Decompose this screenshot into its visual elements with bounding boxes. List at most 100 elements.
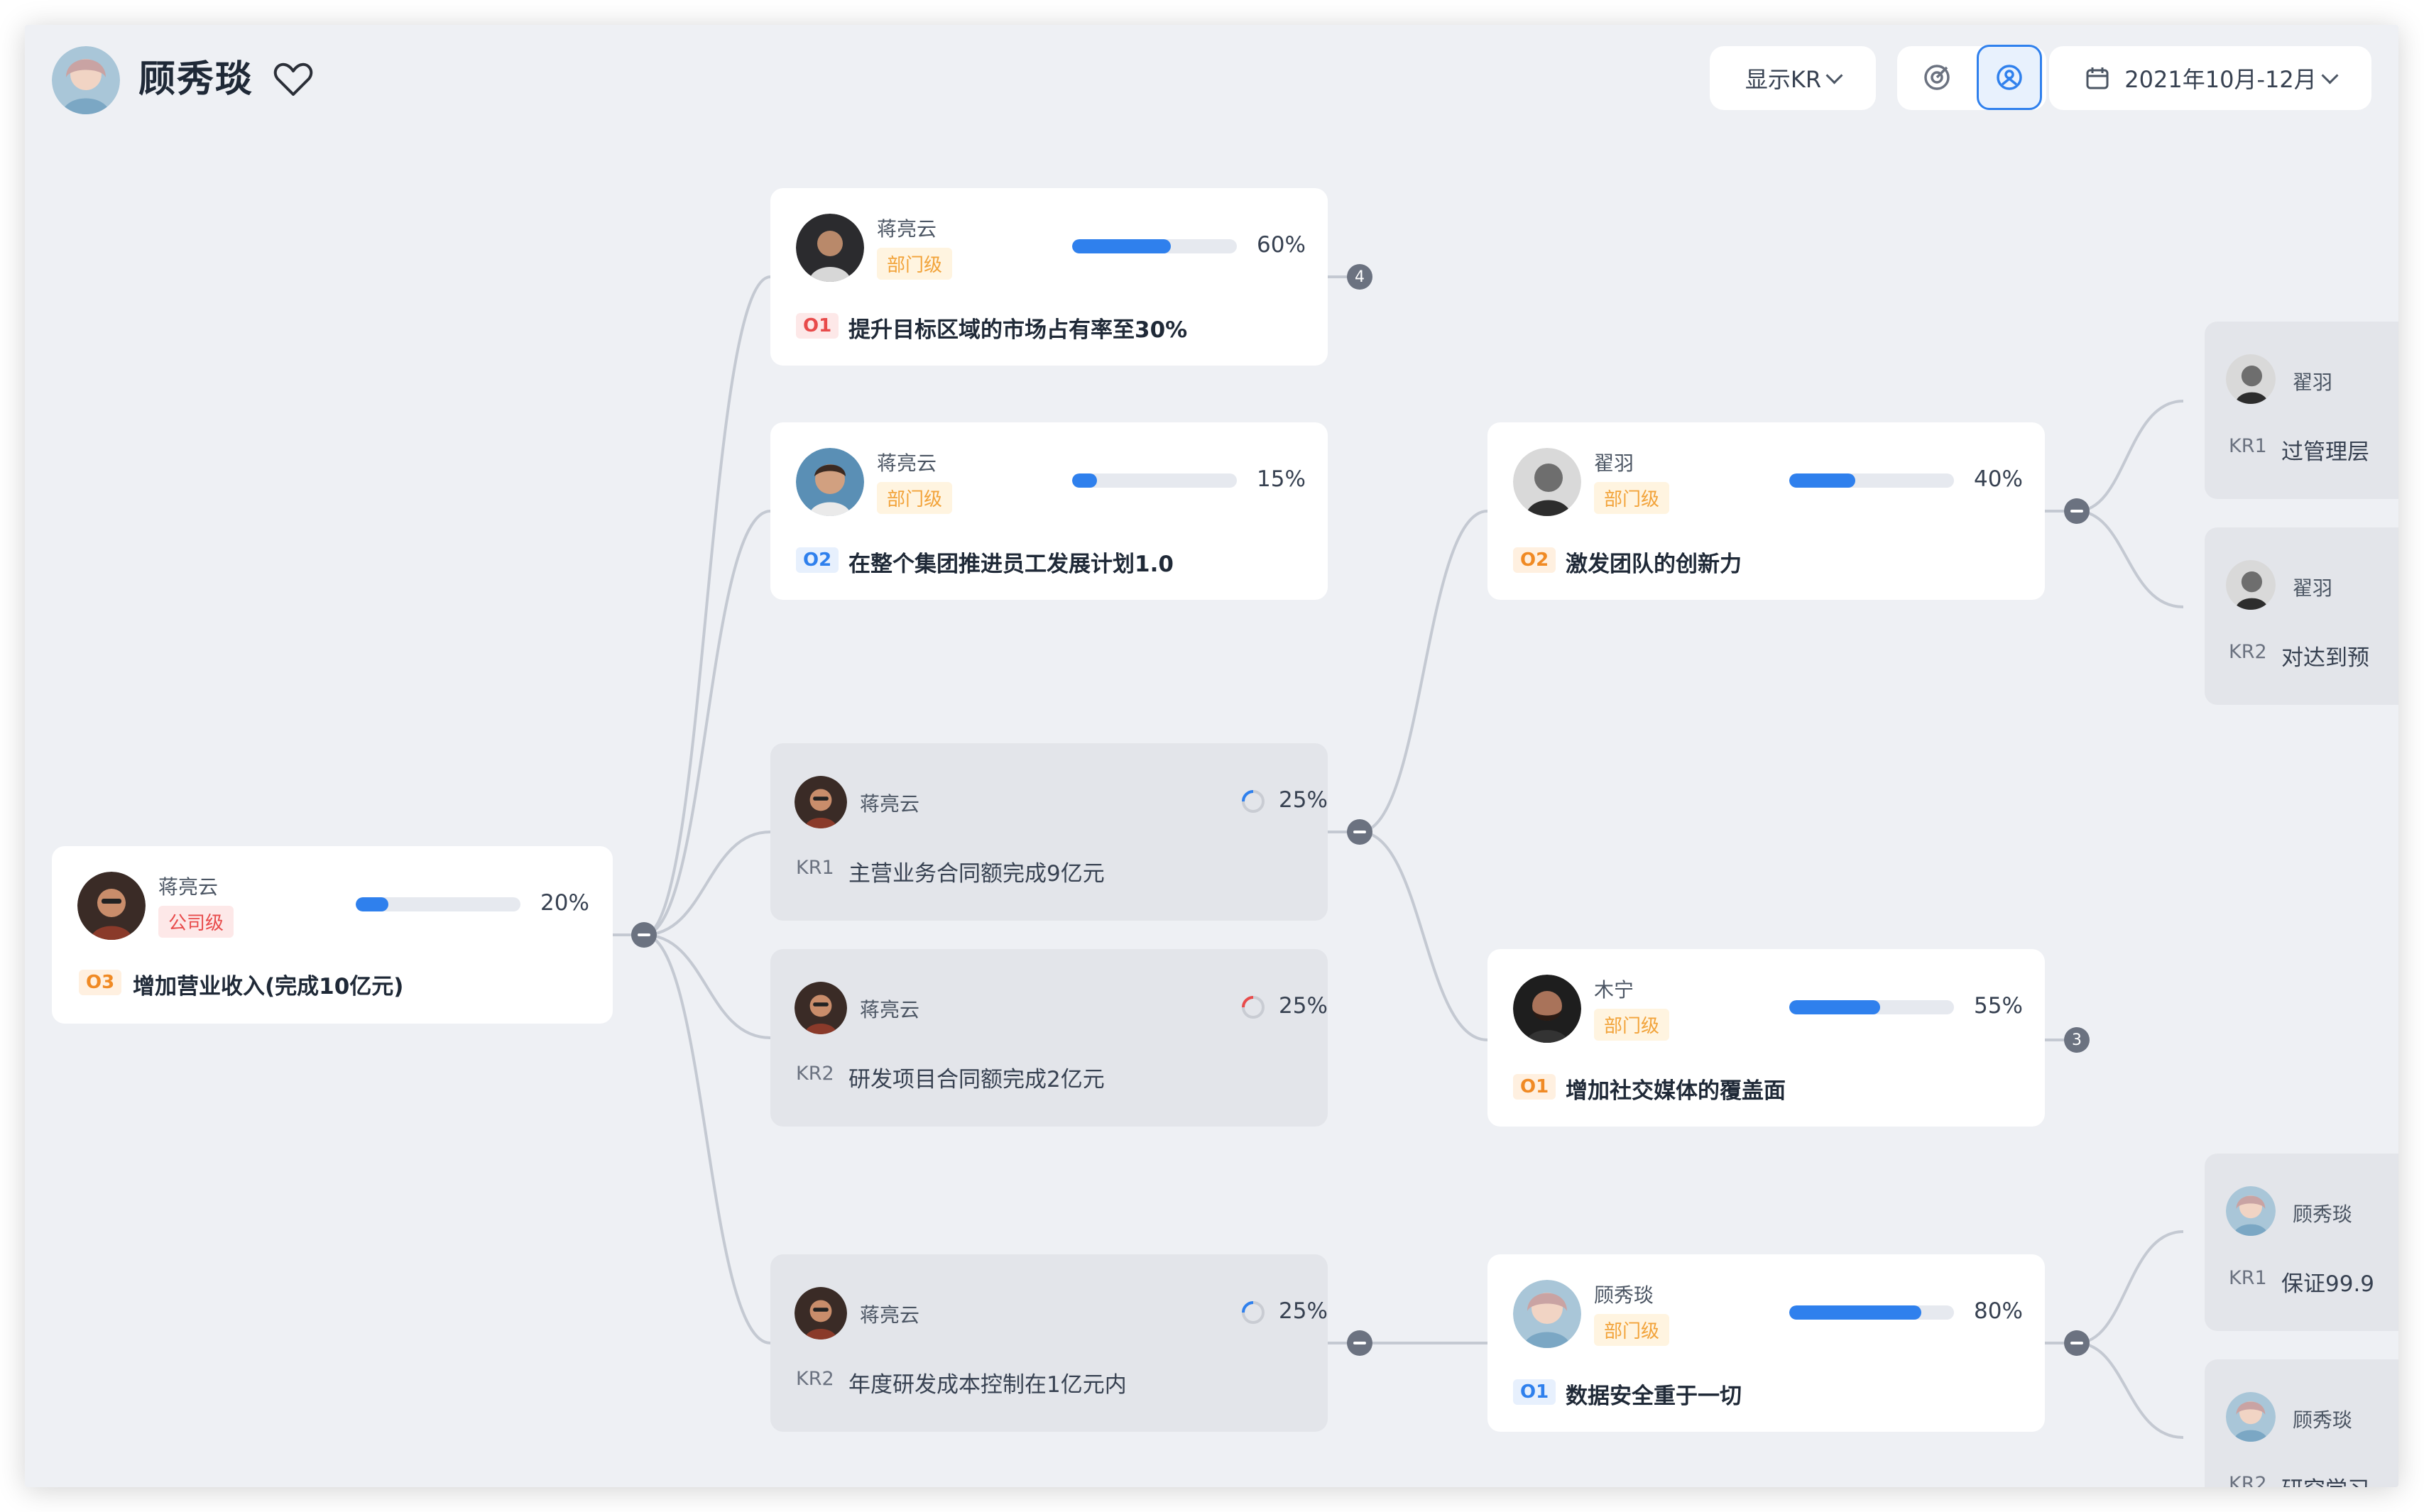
kr-tag: KR1 [796,857,834,879]
progress-percent: 40% [1974,466,2023,492]
child-count-badge[interactable]: 3 [2064,1027,2090,1053]
progress-percent: 25% [1279,787,1328,813]
objective-card-o1-security[interactable]: 顾秀琰 部门级 80% O1 数据安全重于一切 [1487,1254,2045,1432]
progress-bar [356,897,520,911]
network-map-icon [1997,65,2022,90]
progress-bar [1789,473,1954,488]
kr-tag: KR2 [796,1368,834,1390]
owner-avatar [795,982,847,1034]
progress-fill [1072,239,1172,253]
progress-ring-icon [1242,1301,1265,1324]
objective-card-o3[interactable]: 蒋亮云 公司级 20% O3 增加营业收入(完成10亿元) [52,846,613,1024]
date-range-picker[interactable]: 2021年10月-12月 [2049,46,2371,110]
collapse-toggle[interactable] [2064,498,2090,524]
owner-avatar [795,776,847,828]
progress-percent: 20% [540,890,589,916]
kr-card-right-kr2-bottom[interactable]: 顾秀琰 KR2 研究学习 [2205,1359,2398,1487]
okr-map-window: 顾秀琰 显示KR 2021年10月-12月 蒋亮云 公司级 20% O3 增加营… [25,25,2398,1487]
kr-title: 对达到预 [2281,645,2369,671]
owner-avatar [795,1287,847,1340]
objective-card-o1-social[interactable]: 木宁 部门级 55% O1 增加社交媒体的覆盖面 [1487,949,2045,1127]
owner-avatar [77,872,146,940]
owner-avatar [1513,1280,1581,1348]
progress-fill [1789,1305,1921,1320]
progress-fill [1072,473,1097,488]
owner-name: 蒋亮云 [860,1303,920,1327]
owner-avatar [2226,354,2276,404]
objective-title: 提升目标区域的市场占有率至30% [848,317,1188,343]
level-badge: 部门级 [877,248,953,280]
kr-card-right-kr1-bottom[interactable]: 顾秀琰 KR1 保证99.9 [2205,1154,2398,1331]
progress-bar [1072,239,1237,253]
objective-tag: O3 [79,970,122,995]
kr-title: 研发项目合同额完成2亿元 [848,1067,1105,1092]
progress-bar [1072,473,1237,488]
kr-card-right-kr2-top[interactable]: 翟羽 KR2 对达到预 [2205,527,2398,705]
level-badge: 部门级 [1594,1009,1670,1041]
progress-percent: 25% [1279,993,1328,1019]
level-badge: 部门级 [877,482,953,514]
objective-card-o1[interactable]: 蒋亮云 部门级 60% O1 提升目标区域的市场占有率至30% [770,188,1328,366]
show-kr-dropdown[interactable]: 显示KR [1710,46,1876,110]
calendar-icon [2086,67,2109,89]
owner-name: 翟羽 [2293,371,2333,394]
progress-percent: 80% [1974,1298,2023,1324]
progress-ring-icon [1242,996,1265,1019]
progress-percent: 55% [1974,993,2023,1019]
kr-title: 保证99.9 [2281,1271,2375,1297]
favorite-heart-icon[interactable] [273,62,313,97]
objective-title: 激发团队的创新力 [1566,552,1742,577]
kr-tag: KR2 [2229,641,2267,663]
progress-percent: 15% [1257,466,1306,492]
collapse-toggle[interactable] [2064,1330,2090,1356]
owner-name: 蒋亮云 [860,998,920,1021]
kr-card-kr1[interactable]: 蒋亮云 25% KR1 主营业务合同额完成9亿元 [770,743,1328,921]
objective-title: 增加营业收入(完成10亿元) [133,974,404,999]
objective-card-o2[interactable]: 蒋亮云 部门级 15% O2 在整个集团推进员工发展计划1.0 [770,422,1328,600]
progress-bar [1789,1305,1954,1320]
objective-tag: O2 [796,547,839,573]
kr-card-kr2[interactable]: 蒋亮云 25% KR2 研发项目合同额完成2亿元 [770,949,1328,1127]
kr-title: 年度研发成本控制在1亿元内 [848,1372,1127,1398]
user-avatar[interactable] [52,46,120,114]
objective-card-o2-innovation[interactable]: 翟羽 部门级 40% O2 激发团队的创新力 [1487,422,2045,600]
progress-fill [1789,473,1855,488]
owner-name: 顾秀琰 [2293,1408,2353,1432]
collapse-toggle[interactable] [631,922,657,948]
objective-title: 增加社交媒体的覆盖面 [1566,1078,1786,1104]
progress-percent: 25% [1279,1298,1328,1324]
target-view-button[interactable] [1904,45,1970,110]
kr-tag: KR2 [796,1063,834,1085]
target-icon [1924,65,1950,90]
collapse-toggle[interactable] [1347,1330,1372,1356]
chevron-down-icon [1825,66,1843,84]
owner-name: 木宁 [1594,978,1634,1002]
objective-title: 数据安全重于一切 [1566,1384,1742,1409]
owner-name: 翟羽 [1594,451,1634,475]
objective-title: 在整个集团推进员工发展计划1.0 [848,552,1174,577]
kr-card-kr2-cost[interactable]: 蒋亮云 25% KR2 年度研发成本控制在1亿元内 [770,1254,1328,1432]
map-view-button[interactable] [1977,45,2042,110]
progress-ring-icon [1242,790,1265,813]
collapse-toggle[interactable] [1347,819,1372,845]
progress-bar [1789,1000,1954,1014]
owner-name: 顾秀琰 [2293,1203,2353,1226]
level-badge: 公司级 [158,906,234,938]
owner-avatar [1513,448,1581,516]
kr-tag: KR2 [2229,1473,2267,1487]
objective-tag: O2 [1513,547,1556,573]
date-range-text: 2021年10月-12月 [2124,66,2317,93]
level-badge: 部门级 [1594,1314,1670,1346]
owner-name: 蒋亮云 [877,217,937,241]
kr-card-right-kr1-top[interactable]: 翟羽 KR1 过管理层 [2205,322,2398,499]
child-count-badge[interactable]: 4 [1347,264,1372,290]
objective-tag: O1 [1513,1379,1556,1405]
kr-title: 过管理层 [2281,439,2369,465]
user-name: 顾秀琰 [138,58,254,101]
objective-tag: O1 [1513,1074,1556,1100]
kr-title: 主营业务合同额完成9亿元 [848,861,1105,887]
owner-avatar [2226,1186,2276,1236]
kr-tag: KR1 [2229,1267,2267,1289]
owner-avatar [796,448,864,516]
owner-avatar [2226,1392,2276,1442]
